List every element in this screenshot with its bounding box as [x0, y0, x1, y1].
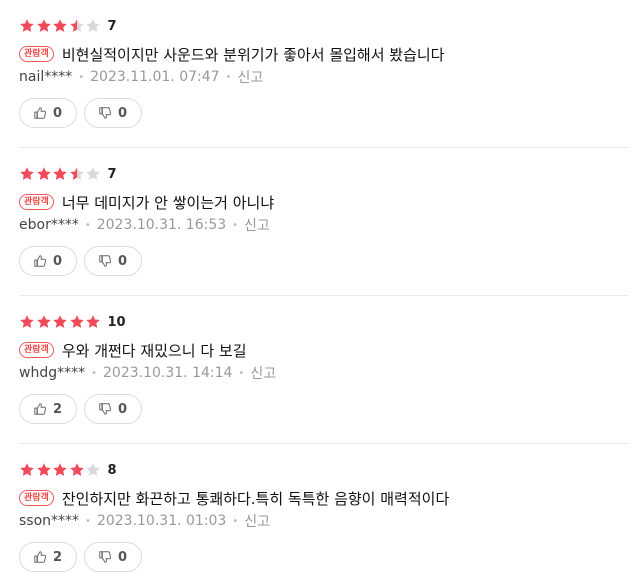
rating: 8 — [19, 460, 117, 480]
rating: 10 — [19, 312, 126, 332]
thumbs-up-icon — [34, 255, 47, 267]
viewer-badge: 관람객 — [19, 194, 54, 210]
separator-dot: • — [225, 71, 232, 83]
rating-score: 7 — [107, 166, 117, 182]
review-item: 8 관람객 잔인하지만 화끈하고 통쾌하다.특히 독특한 음향이 매력적이다 s… — [19, 444, 629, 572]
star-icon — [69, 315, 84, 328]
viewer-badge: 관람객 — [19, 490, 54, 506]
star-rating — [19, 462, 102, 478]
star-icon — [86, 463, 100, 476]
star-rating — [19, 314, 102, 330]
separator-dot: • — [85, 515, 91, 527]
star-icon — [53, 19, 67, 32]
rating: 7 — [19, 164, 117, 184]
rating-score: 7 — [107, 18, 117, 34]
review-date: 2023.10.31. 16:53 — [96, 217, 227, 233]
rating-score: 10 — [107, 314, 126, 330]
star-icon — [69, 463, 84, 476]
star-rating — [19, 166, 102, 182]
username[interactable]: sson**** — [19, 513, 79, 529]
star-icon — [53, 315, 67, 328]
thumbs-up-icon — [34, 107, 47, 119]
thumbs-up-icon — [34, 551, 47, 563]
thumbs-down-icon — [99, 403, 112, 415]
dislike-button[interactable]: 0 — [84, 98, 143, 128]
separator-dot: • — [84, 219, 91, 231]
thumbs-down-icon — [99, 255, 112, 267]
separator-dot: • — [232, 515, 239, 527]
separator-dot: • — [91, 367, 98, 379]
thumbs-down-icon — [99, 107, 112, 119]
separator-dot: • — [238, 367, 245, 379]
viewer-badge: 관람객 — [19, 46, 54, 62]
review-date: 2023.11.01. 07:47 — [90, 69, 220, 85]
star-icon — [36, 167, 51, 180]
like-count: 2 — [53, 401, 63, 417]
star-icon — [69, 167, 84, 180]
like-button[interactable]: 2 — [19, 394, 78, 424]
report-link[interactable]: 신고 — [244, 511, 270, 531]
star-icon — [20, 167, 34, 180]
review-item: 10 관람객 우와 개쩐다 재밌으니 다 보길 whdg**** • 2023.… — [19, 296, 629, 444]
report-link[interactable]: 신고 — [237, 67, 263, 87]
report-link[interactable]: 신고 — [250, 363, 276, 383]
review-item: 7 관람객 너무 데미지가 안 쌓이는거 아니냐 ebor**** • 2023… — [19, 148, 629, 296]
dislike-count: 0 — [118, 401, 128, 417]
username[interactable]: ebor**** — [19, 217, 79, 233]
viewer-badge: 관람객 — [19, 342, 54, 358]
star-icon — [36, 463, 51, 476]
star-icon — [53, 463, 67, 476]
separator-dot: • — [78, 71, 85, 83]
like-count: 2 — [53, 549, 63, 565]
dislike-count: 0 — [118, 549, 128, 565]
username[interactable]: whdg**** — [19, 365, 85, 381]
separator-dot: • — [232, 219, 239, 231]
dislike-button[interactable]: 0 — [84, 542, 143, 572]
star-icon — [20, 315, 34, 328]
like-count: 0 — [53, 105, 63, 121]
review-item: 7 관람객 비현실적이지만 사운드와 분위기가 좋아서 몰입해서 봤습니다 na… — [19, 0, 629, 148]
like-count: 0 — [53, 253, 63, 269]
star-icon — [20, 463, 34, 476]
rating-score: 8 — [107, 462, 117, 478]
dislike-button[interactable]: 0 — [84, 246, 143, 276]
review-date: 2023.10.31. 14:14 — [103, 365, 233, 381]
dislike-count: 0 — [118, 253, 128, 269]
star-icon — [86, 167, 100, 180]
review-text: 너무 데미지가 안 쌓이는거 아니냐 — [61, 193, 275, 212]
review-text: 우와 개쩐다 재밌으니 다 보길 — [61, 341, 247, 360]
star-icon — [86, 19, 100, 32]
star-rating — [19, 18, 102, 34]
review-text: 잔인하지만 화끈하고 통쾌하다.특히 독특한 음향이 매력적이다 — [61, 489, 450, 508]
star-icon — [20, 19, 34, 32]
dislike-button[interactable]: 0 — [84, 394, 143, 424]
dislike-count: 0 — [118, 105, 128, 121]
review-date: 2023.10.31. 01:03 — [96, 513, 227, 529]
star-icon — [86, 315, 100, 328]
star-icon — [53, 167, 67, 180]
thumbs-down-icon — [99, 551, 112, 563]
star-icon — [69, 19, 84, 32]
review-list: 7 관람객 비현실적이지만 사운드와 분위기가 좋아서 몰입해서 봤습니다 na… — [0, 0, 633, 572]
report-link[interactable]: 신고 — [244, 215, 270, 235]
thumbs-up-icon — [34, 403, 47, 415]
star-icon — [36, 315, 51, 328]
like-button[interactable]: 2 — [19, 542, 78, 572]
review-text: 비현실적이지만 사운드와 분위기가 좋아서 몰입해서 봤습니다 — [61, 45, 445, 64]
like-button[interactable]: 0 — [19, 98, 78, 128]
rating: 7 — [19, 16, 117, 36]
star-icon — [36, 19, 51, 32]
like-button[interactable]: 0 — [19, 246, 78, 276]
username[interactable]: nail**** — [19, 69, 72, 85]
